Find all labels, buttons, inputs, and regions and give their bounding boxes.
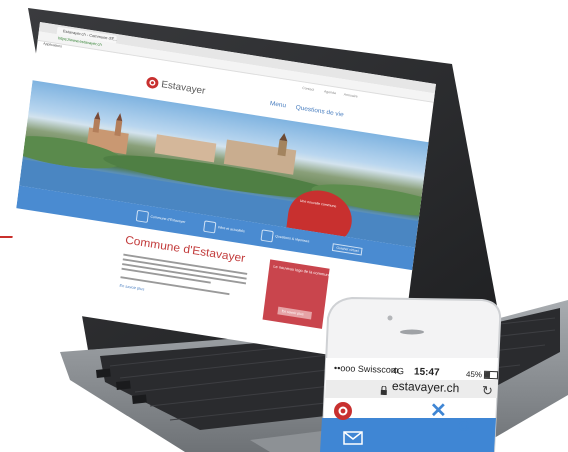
battery-icon xyxy=(483,370,499,380)
lock-icon xyxy=(380,382,388,396)
phone-logo-icon[interactable] xyxy=(332,400,354,422)
phone-url[interactable]: estavayer.ch xyxy=(392,379,460,395)
phone-network: 4G xyxy=(391,365,405,377)
mail-icon[interactable] xyxy=(342,428,366,446)
search-icon[interactable] xyxy=(458,420,472,434)
close-icon[interactable]: ✕ xyxy=(430,398,447,423)
phone-speaker xyxy=(400,329,424,335)
reload-icon[interactable]: ↻ xyxy=(482,383,493,399)
phone-time: 15:47 xyxy=(413,366,440,379)
phone-battery: 45% xyxy=(465,369,483,380)
phone-camera xyxy=(387,315,393,321)
